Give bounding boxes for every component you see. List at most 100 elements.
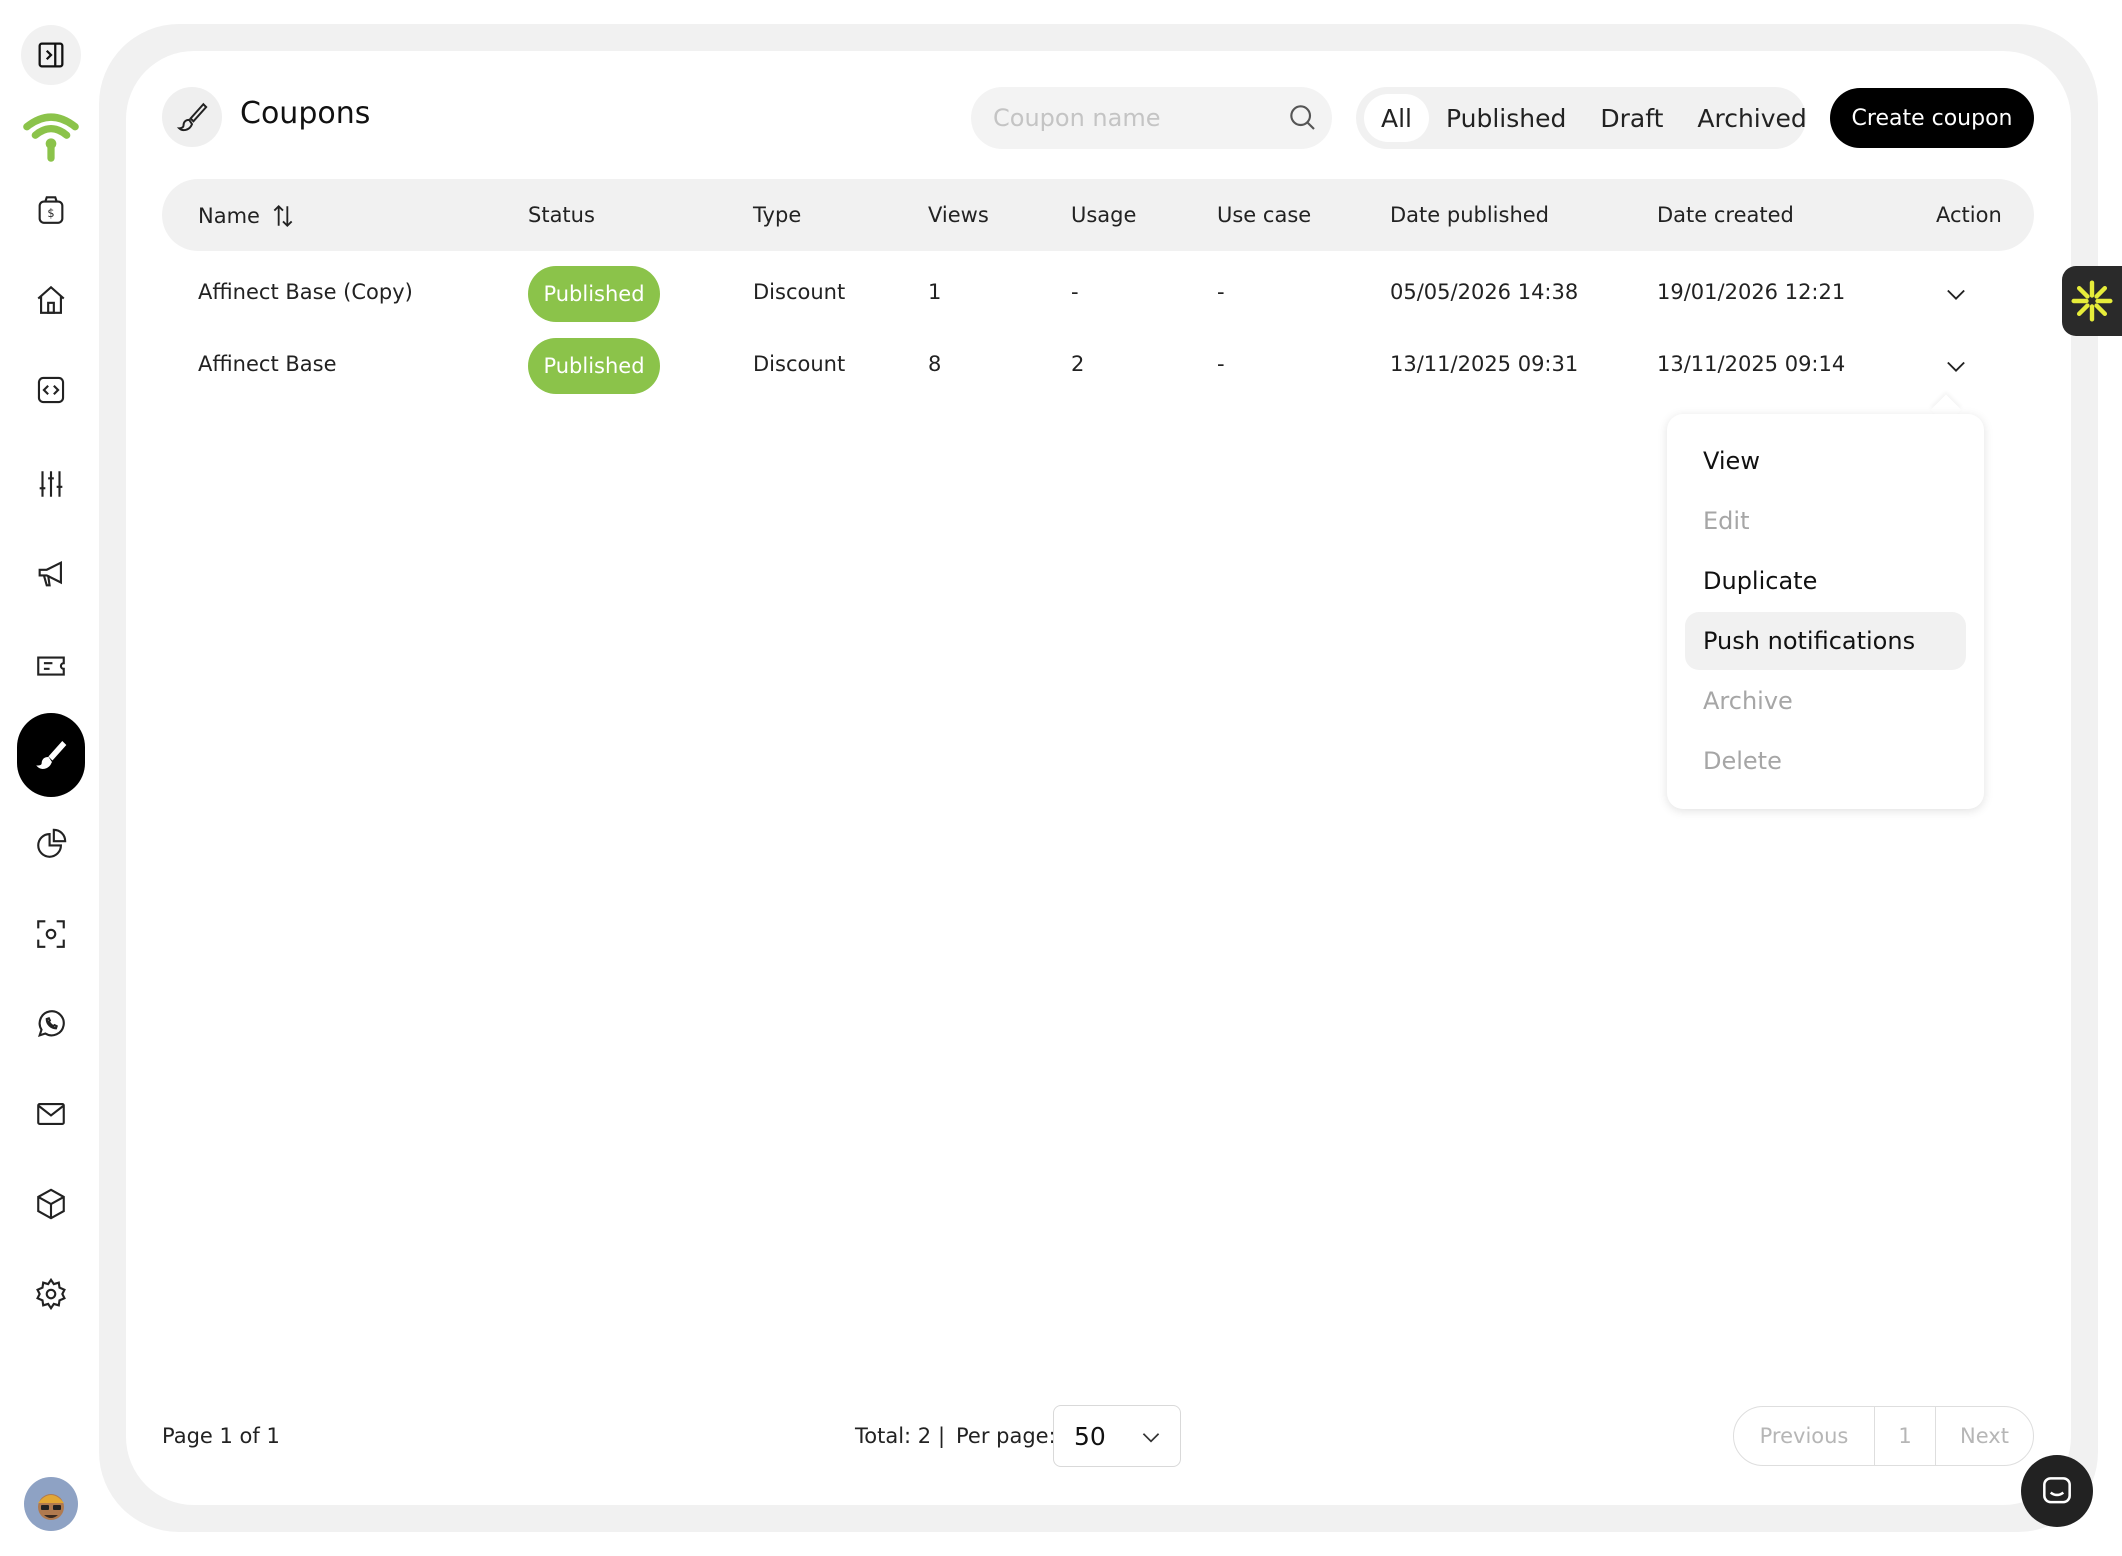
scan-icon — [37, 920, 65, 948]
sidebar-item-whatsapp[interactable] — [19, 992, 83, 1056]
sidebar-toggle-icon — [38, 42, 64, 68]
assistant-widget-button[interactable] — [2062, 266, 2122, 336]
sidebar-item-email[interactable] — [19, 1082, 83, 1146]
cell-date-created: 13/11/2025 09:14 — [1657, 352, 1846, 376]
user-avatar-icon — [38, 1494, 64, 1520]
status-filter-tabs: All Published Draft Archived — [1356, 87, 1807, 149]
cell-use-case: - — [1217, 280, 1225, 304]
column-header-use-case: Use case — [1217, 203, 1312, 227]
home-icon — [37, 285, 65, 314]
table-header: Name Status Type Views Usage Use case Da… — [162, 179, 2034, 251]
search-icon[interactable] — [1286, 101, 1318, 133]
table-row[interactable]: Affinect Base Published Discount 8 2 - 1… — [162, 330, 2034, 402]
sort-icon[interactable] — [270, 203, 296, 229]
status-badge: Published — [528, 266, 660, 322]
sidebar-item-coupons[interactable] — [17, 713, 85, 797]
sidebar-item-analytics[interactable] — [19, 812, 83, 876]
status-badge: Published — [528, 338, 660, 394]
sidebar-item-campaigns[interactable] — [19, 542, 83, 606]
column-header-date-published: Date published — [1390, 203, 1550, 227]
logo[interactable] — [19, 102, 83, 166]
filter-tab-all[interactable]: All — [1364, 94, 1429, 142]
cell-type: Discount — [753, 280, 846, 304]
chevron-down-icon[interactable] — [1942, 280, 1970, 308]
column-header-name[interactable]: Name — [198, 203, 296, 229]
sidebar-item-settings[interactable] — [19, 1262, 83, 1326]
code-icon — [37, 376, 65, 404]
chevron-down-icon — [1142, 1433, 1160, 1443]
page-number-button[interactable]: 1 — [1875, 1407, 1936, 1465]
sidebar-toggle-button[interactable] — [21, 25, 81, 85]
pagination: Previous 1 Next — [1733, 1406, 2034, 1466]
sidebar-item-developer[interactable] — [19, 358, 83, 422]
page-info: Page 1 of 1 — [162, 1424, 280, 1448]
cell-date-published: 05/05/2026 14:38 — [1390, 280, 1579, 304]
cell-use-case: - — [1217, 352, 1225, 376]
search-box — [971, 87, 1332, 149]
column-header-date-created: Date created — [1657, 203, 1794, 227]
table-row[interactable]: Affinect Base (Copy) Published Discount … — [162, 258, 2034, 330]
sidebar-item-scan[interactable] — [19, 902, 83, 966]
cell-type: Discount — [753, 352, 846, 376]
pie-chart-icon — [37, 828, 67, 858]
page-icon — [162, 87, 222, 147]
chat-support-button[interactable] — [2021, 1455, 2093, 1527]
filter-tab-published[interactable]: Published — [1429, 94, 1583, 142]
cell-name: Affinect Base — [198, 352, 337, 376]
cell-name: Affinect Base (Copy) — [198, 280, 413, 304]
menu-item-edit[interactable]: Edit — [1685, 492, 1966, 550]
sidebar-item-payments[interactable]: $ — [19, 178, 83, 242]
column-header-type: Type — [753, 203, 802, 227]
sidebar-item-settings-sliders[interactable] — [19, 452, 83, 516]
per-page-value: 50 — [1074, 1421, 1106, 1451]
sparkle-icon — [2071, 280, 2113, 322]
cell-date-created: 19/01/2026 12:21 — [1657, 280, 1846, 304]
brush-icon — [176, 102, 208, 132]
cell-date-published: 13/11/2025 09:31 — [1390, 352, 1579, 376]
sliders-icon — [39, 471, 63, 497]
previous-page-button[interactable]: Previous — [1734, 1407, 1875, 1465]
svg-text:$: $ — [47, 206, 54, 220]
cell-usage: - — [1071, 280, 1079, 304]
money-bag-icon: $ — [38, 196, 64, 224]
sidebar-item-products[interactable] — [19, 1172, 83, 1236]
menu-item-duplicate[interactable]: Duplicate — [1685, 552, 1966, 610]
filter-tab-archived[interactable]: Archived — [1680, 94, 1823, 142]
box-icon — [37, 1188, 65, 1220]
mail-icon — [37, 1103, 65, 1125]
footer-separator: | — [938, 1424, 946, 1448]
sidebar-item-tickets[interactable] — [19, 634, 83, 698]
page-title: Coupons — [240, 96, 371, 131]
cell-usage: 2 — [1071, 352, 1085, 376]
megaphone-icon — [38, 560, 62, 587]
per-page-select[interactable]: 50 — [1053, 1405, 1181, 1467]
avatar[interactable] — [24, 1477, 78, 1531]
action-menu: View Edit Duplicate Push notifications A… — [1667, 414, 1984, 809]
filter-tab-draft[interactable]: Draft — [1583, 94, 1680, 142]
next-page-button[interactable]: Next — [1936, 1407, 2033, 1465]
menu-item-archive[interactable]: Archive — [1685, 672, 1966, 730]
column-header-views: Views — [928, 203, 989, 227]
sidebar-item-home[interactable] — [19, 268, 83, 332]
menu-item-view[interactable]: View — [1685, 432, 1966, 490]
chevron-down-icon[interactable] — [1942, 352, 1970, 380]
column-header-usage: Usage — [1071, 203, 1137, 227]
search-input[interactable] — [991, 103, 1265, 133]
brush-icon — [36, 741, 67, 769]
per-page-label: Per page: — [956, 1424, 1056, 1448]
gear-icon — [36, 1277, 66, 1311]
column-header-action: Action — [1936, 203, 2002, 227]
column-header-name-label: Name — [198, 204, 260, 228]
column-header-status: Status — [528, 203, 595, 227]
menu-item-delete[interactable]: Delete — [1685, 732, 1966, 790]
cell-views: 1 — [928, 280, 942, 304]
wifi-logo-icon — [23, 113, 79, 162]
chat-icon — [2043, 1477, 2071, 1504]
total-count: Total: 2 — [855, 1424, 932, 1448]
whatsapp-icon — [38, 1010, 65, 1037]
cell-views: 8 — [928, 352, 942, 376]
create-coupon-button[interactable]: Create coupon — [1830, 88, 2034, 148]
menu-item-push-notifications[interactable]: Push notifications — [1685, 612, 1966, 670]
sidebar: $ — [0, 0, 100, 1556]
ticket-icon — [37, 656, 65, 676]
